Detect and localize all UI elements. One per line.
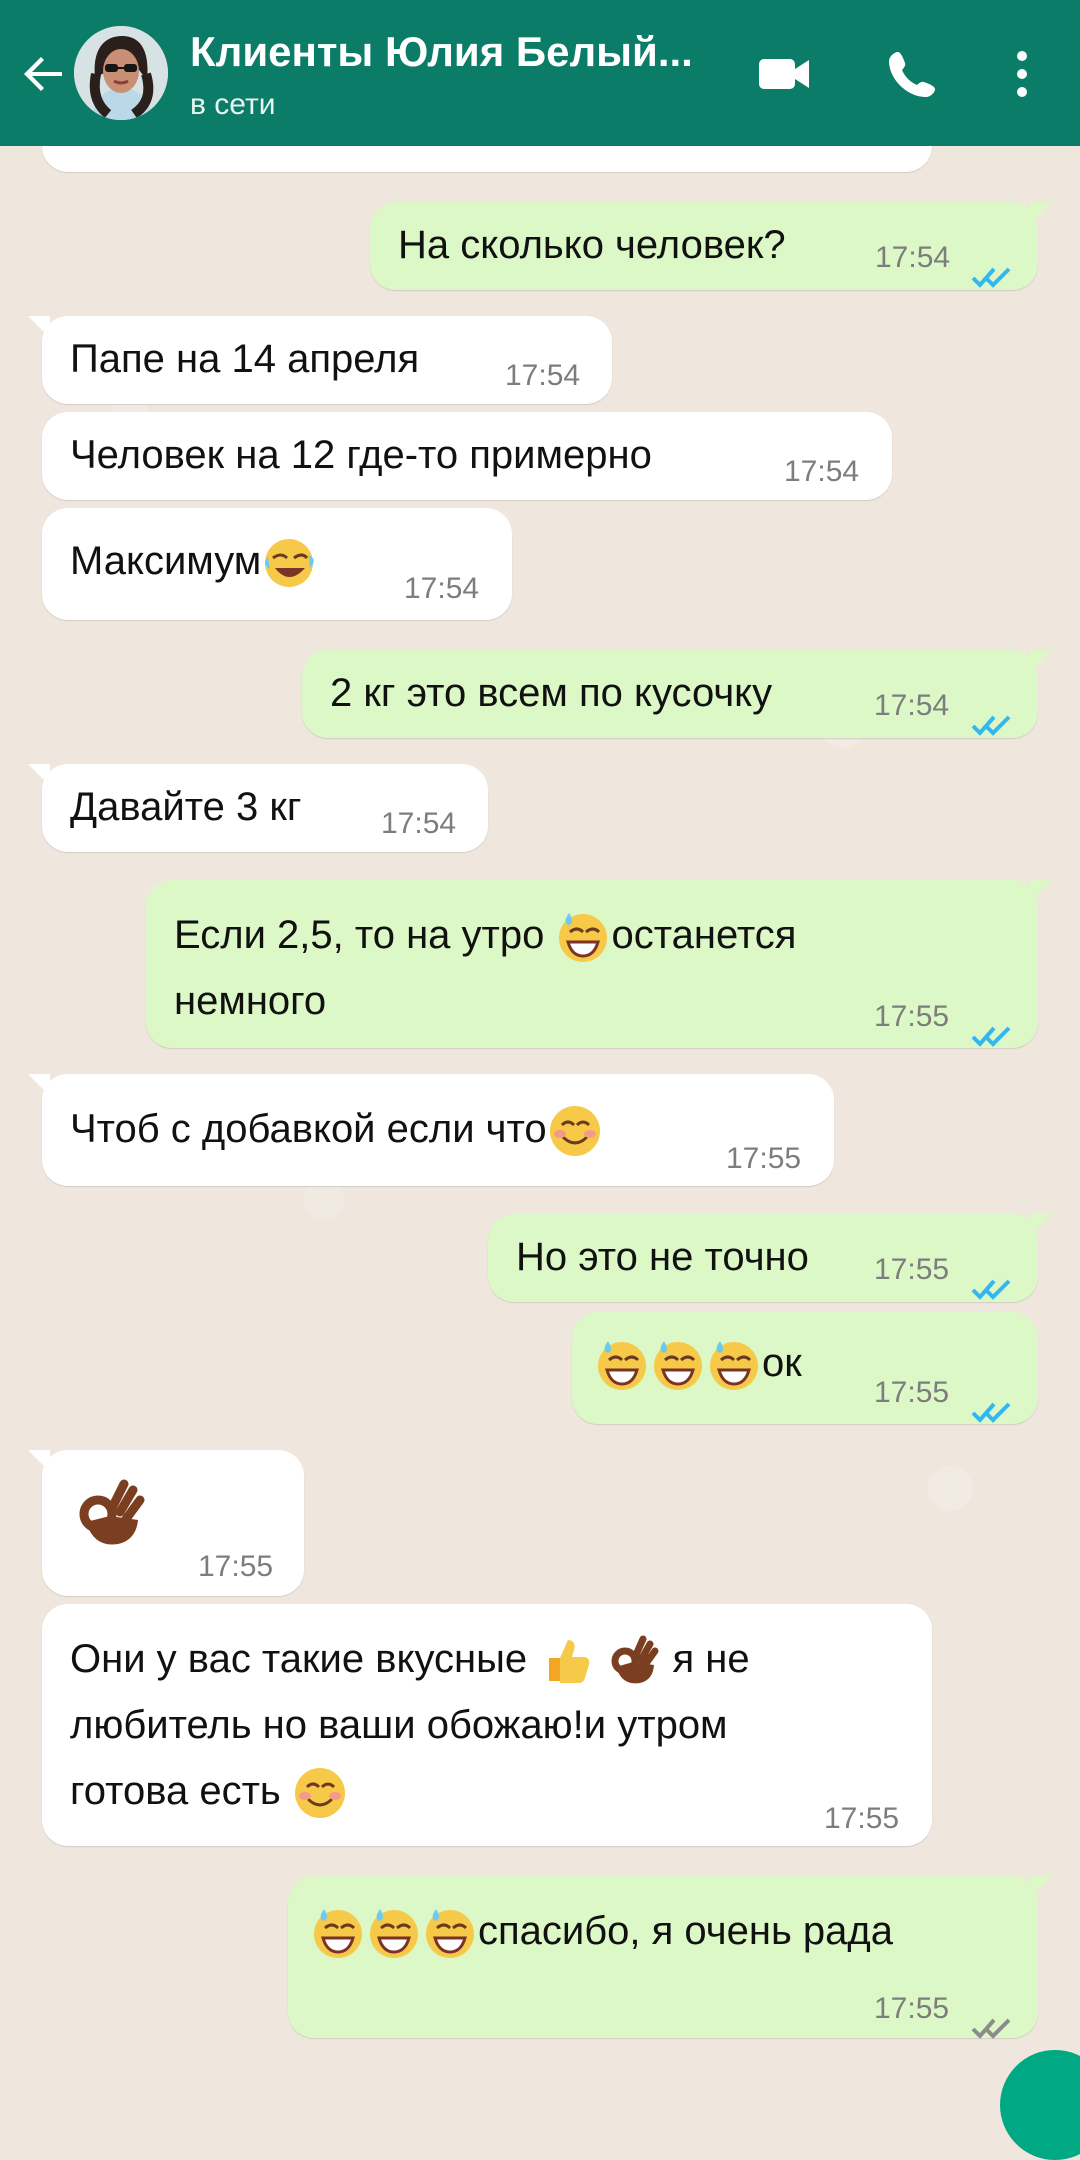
read-ticks-icon (970, 1256, 1012, 1300)
bubble-tail (1030, 880, 1052, 902)
message-bubble-outgoing[interactable]: Если 2,5, то на утро останется немного 1… (146, 880, 1052, 1048)
message-time: 17:54 (784, 455, 860, 488)
bubble-tail (1030, 1214, 1052, 1236)
message-bubble-incoming[interactable]: Давайте 3 кг 17:54 (28, 764, 488, 852)
message-bubble-incoming[interactable]: Папе на 14 апреля 17:54 (28, 316, 612, 404)
message-time: 17:54 (875, 241, 951, 274)
message-text-part: я не (672, 1637, 750, 1681)
message-time: 17:55 (198, 1550, 274, 1583)
message-time: 17:55 (726, 1142, 802, 1175)
bubble-tail (28, 764, 50, 786)
message-time: 17:55 (874, 1000, 950, 1033)
more-options-icon[interactable] (1006, 46, 1038, 102)
grinning-sweat-emoji (648, 1335, 708, 1395)
message-time: 17:55 (824, 1802, 900, 1835)
message-text-part: Они у вас такие вкусные (70, 1637, 528, 1681)
message-bubble-incoming[interactable]: Человек на 12 где-то примерно 17:54 (42, 412, 892, 500)
message-text-part: Максимум (70, 539, 262, 583)
message-bubble-incoming[interactable]: Максимум 17:54 (42, 508, 512, 620)
message-text: Чтоб с добавкой если что (70, 1096, 603, 1162)
message-time: 17:55 (874, 1992, 950, 2025)
message-text: Если 2,5, то на утро останется немного (174, 902, 796, 1034)
read-ticks-icon (970, 244, 1012, 288)
message-time: 17:54 (874, 689, 950, 722)
bubble-tail (1030, 650, 1052, 672)
read-ticks-icon (970, 1003, 1012, 1047)
message-text: Папе на 14 апреля (70, 337, 420, 381)
message-text: Они у вас такие вкусные я не любитель но… (70, 1626, 750, 1824)
ok-hand-emoji (68, 1474, 150, 1576)
message-text-part: останется (611, 913, 797, 957)
contact-status: в сети (190, 88, 276, 121)
message-bubble-outgoing[interactable]: Но это не точно 17:55 (488, 1214, 1052, 1302)
message-bubble-incoming[interactable]: Они у вас такие вкусные я не любитель но… (42, 1604, 932, 1846)
message-text: Максимум (70, 528, 317, 594)
voice-call-icon[interactable] (884, 46, 940, 102)
message-text-part: готова есть (70, 1769, 281, 1813)
ok-hand-emoji (603, 1631, 663, 1691)
message-bubble-outgoing[interactable]: 2 кг это всем по кусочку 17:54 (302, 650, 1052, 738)
message-bubble-outgoing[interactable]: спасибо, я очень рада 17:55 (288, 1876, 1052, 2039)
back-arrow-icon[interactable] (18, 48, 70, 100)
sent-ticks-icon (970, 1995, 1012, 2039)
bubble-tail (28, 316, 50, 338)
bubble-tail (1030, 1876, 1052, 1898)
smiling-blush-emoji (290, 1763, 350, 1823)
message-text-part: любитель но ваши обожаю!и утром (70, 1703, 728, 1747)
message-text: Но это не точно (516, 1235, 809, 1279)
bubble-tail (28, 1450, 50, 1472)
video-call-icon[interactable] (756, 46, 812, 102)
message-time: 17:54 (404, 572, 480, 605)
message-text: Человек на 12 где-то примерно (70, 433, 652, 477)
grinning-sweat-emoji (308, 1903, 368, 1963)
message-text: ок (594, 1330, 802, 1396)
grinning-sweat-emoji (704, 1335, 764, 1395)
message-text-part: ок (762, 1341, 802, 1385)
message-time: 17:54 (505, 359, 581, 392)
thumbs-up-emoji (536, 1631, 596, 1691)
grinning-sweat-emoji (420, 1903, 480, 1963)
rolling-laughing-emoji (259, 533, 319, 593)
read-ticks-icon (970, 692, 1012, 736)
message-text: 2 кг это всем по кусочку (330, 671, 773, 715)
message-text: На сколько человек? (398, 223, 786, 267)
grinning-sweat-emoji (364, 1903, 424, 1963)
message-time: 17:55 (874, 1376, 950, 1409)
message-bubble-incoming[interactable]: Чтоб с добавкой если что 17:55 (28, 1074, 834, 1186)
grinning-sweat-emoji (592, 1335, 652, 1395)
grinning-sweat-emoji (553, 907, 613, 967)
chat-header: Клиенты Юлия Белый... в сети (0, 0, 1080, 146)
contact-avatar[interactable] (74, 26, 168, 120)
read-ticks-icon (970, 1379, 1012, 1423)
message-text-part: спасибо, я очень рада (478, 1909, 893, 1953)
message-time: 17:54 (381, 807, 457, 840)
message-text-part: Чтоб с добавкой если что (70, 1107, 547, 1151)
contact-name[interactable]: Клиенты Юлия Белый... (190, 28, 720, 76)
message-bubble-outgoing[interactable]: На сколько человек? 17:54 (370, 202, 1052, 290)
message-bubble-outgoing[interactable]: ок 17:55 (572, 1312, 1038, 1424)
bubble-tail (28, 1074, 50, 1096)
message-bubble-incoming[interactable]: 17:55 (28, 1450, 304, 1596)
smiling-blush-emoji (545, 1101, 605, 1161)
message-text: Давайте 3 кг (70, 785, 302, 829)
message-text-part: Если 2,5, то на утро (174, 913, 545, 957)
message-text: спасибо, я очень рада (310, 1898, 893, 1964)
message-time: 17:55 (874, 1253, 950, 1286)
message-text-part: немного (174, 979, 327, 1023)
bubble-tail (1030, 202, 1052, 224)
